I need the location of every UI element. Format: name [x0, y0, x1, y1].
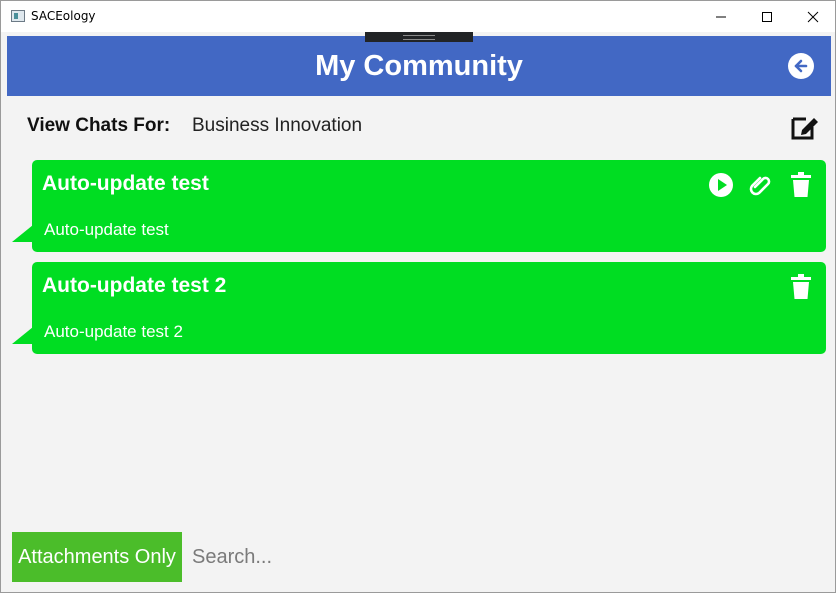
- maximize-button[interactable]: [744, 1, 790, 33]
- chat-actions: [788, 274, 814, 300]
- title-bar: SACEology: [0, 0, 836, 32]
- app-icon: [11, 10, 25, 22]
- window-title: SACEology: [31, 9, 96, 23]
- chat-body: Auto-update test 2: [44, 322, 183, 341]
- chat-body: Auto-update test: [44, 220, 169, 239]
- delete-button[interactable]: [788, 274, 814, 300]
- arrow-left-icon: [794, 59, 808, 73]
- attach-button[interactable]: [748, 172, 774, 198]
- chat-title: Auto-update test 2: [42, 274, 227, 297]
- edit-button[interactable]: [790, 113, 820, 141]
- community-name[interactable]: Business Innovation: [192, 115, 362, 137]
- chat-message[interactable]: Auto-update test Auto-update test: [12, 160, 826, 252]
- chat-message[interactable]: Auto-update test 2 Auto-update test 2: [12, 262, 826, 354]
- paperclip-icon: [749, 176, 771, 196]
- trash-icon: [791, 172, 811, 197]
- chat-actions: [708, 172, 814, 198]
- attachments-only-button[interactable]: Attachments Only: [12, 532, 182, 582]
- page-header: My Community: [7, 32, 831, 96]
- back-button[interactable]: [788, 53, 814, 79]
- maximize-icon: [762, 12, 772, 22]
- minimize-icon: [716, 16, 726, 18]
- delete-button[interactable]: [788, 172, 814, 198]
- bubble-tail: [12, 327, 33, 344]
- edit-icon: [791, 117, 818, 140]
- close-button[interactable]: [790, 1, 836, 33]
- search-input[interactable]: [182, 532, 822, 582]
- minimize-button[interactable]: [698, 1, 744, 33]
- trash-icon: [791, 274, 811, 299]
- view-chats-label: View Chats For:: [27, 115, 171, 136]
- page-title: My Community: [315, 50, 523, 82]
- play-button[interactable]: [708, 172, 734, 198]
- app-client-area: My Community View Chats For: Business In…: [0, 32, 836, 593]
- bubble-tail: [12, 225, 33, 242]
- chat-title: Auto-update test: [42, 172, 209, 195]
- close-icon: [807, 11, 819, 23]
- play-icon: [709, 173, 733, 197]
